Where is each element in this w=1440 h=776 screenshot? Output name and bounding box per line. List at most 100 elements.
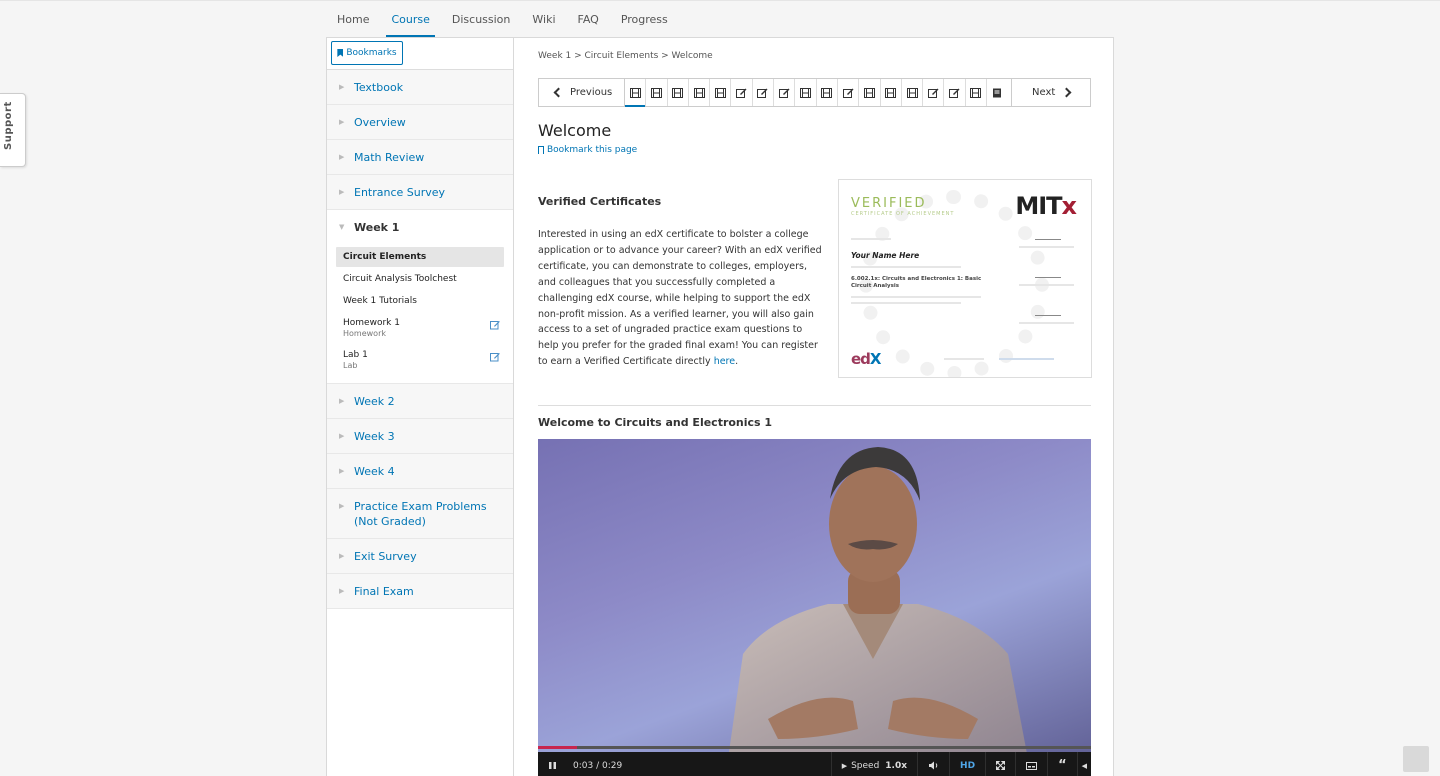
sidebar-item-entrance-survey[interactable]: ▶ Entrance Survey (327, 175, 513, 210)
sequence-unit-tab[interactable] (710, 79, 732, 106)
sequence-unit-tab[interactable] (774, 79, 796, 106)
edit-icon (778, 83, 790, 102)
course-card: Bookmarks ▶ Textbook ▶ Overview ▶ Math Revi… (326, 37, 1114, 776)
certificate-text-line (1019, 322, 1074, 324)
more-button[interactable]: ◀ (1076, 752, 1091, 776)
video-player[interactable]: 0:03 / 0:29 ▶ Speed 1.0x HD “ ◀ (538, 439, 1091, 776)
next-button[interactable]: Next (1011, 79, 1090, 106)
video-icon (693, 83, 705, 102)
transcript-button[interactable]: “ (1047, 752, 1077, 776)
edit-icon (757, 83, 768, 102)
section-divider (538, 405, 1091, 406)
subsection-circuit-analysis-toolchest[interactable]: Circuit Analysis Toolchest (336, 269, 504, 289)
sidebar-item-week-3[interactable]: ▶ Week 3 (327, 419, 513, 454)
edit-icon (842, 83, 854, 102)
sequence-unit-tab[interactable] (944, 79, 966, 106)
sequence-unit-tab[interactable] (838, 79, 860, 106)
chevron-left-icon: ◀ (1081, 761, 1087, 770)
section-label: Overview (354, 116, 406, 129)
subsection-week-1-tutorials[interactable]: Week 1 Tutorials (336, 291, 504, 311)
bookmarks-label: Bookmarks (346, 48, 397, 58)
tab-progress[interactable]: Progress (610, 1, 679, 39)
course-tabs: Home Course Discussion Wiki FAQ Progress (326, 1, 679, 39)
sequence-unit-tab[interactable] (902, 79, 924, 106)
verified-heading: Verified Certificates (538, 195, 662, 208)
sequence-unit-tab[interactable] (795, 79, 817, 106)
mitx-logo: MITx (1015, 192, 1077, 220)
sequence-unit-tab[interactable] (731, 79, 753, 106)
pause-button[interactable] (538, 752, 567, 776)
verified-text: Interested in using an edX certificate t… (538, 229, 822, 368)
speed-label: Speed (851, 760, 880, 771)
video-icon (906, 83, 918, 102)
sidebar-item-math-review[interactable]: ▶ Math Review (327, 140, 513, 175)
speed-control[interactable]: ▶ Speed 1.0x (830, 752, 917, 776)
sidebar-item-textbook[interactable]: ▶ Textbook (327, 70, 513, 105)
video-time: 0:03 / 0:29 (573, 760, 623, 771)
subsection-homework-1[interactable]: Homework 1 Homework (336, 313, 504, 343)
subsection-label: Circuit Elements (343, 252, 427, 262)
subsection-label: Homework 1 (343, 318, 400, 328)
section-label: Practice Exam Problems (Not Graded) (354, 500, 487, 528)
sequence-unit-tab[interactable] (966, 79, 988, 106)
sidebar-item-week-4[interactable]: ▶ Week 4 (327, 454, 513, 489)
sidebar-item-exit-survey[interactable]: ▶ Exit Survey (327, 539, 513, 574)
subsection-circuit-elements[interactable]: Circuit Elements (336, 247, 504, 267)
sequence-unit-tab[interactable] (668, 79, 689, 106)
video-icon (714, 83, 726, 102)
captions-button[interactable] (1015, 752, 1047, 776)
subsection-lab-1[interactable]: Lab 1 Lab (336, 345, 504, 375)
section-label: Math Review (354, 151, 425, 164)
subsection-label: Week 1 Tutorials (343, 296, 417, 306)
here-link[interactable]: here (714, 356, 735, 367)
bookmark-page-label: Bookmark this page (547, 145, 638, 155)
hd-button[interactable]: HD (949, 752, 985, 776)
section-label: Week 4 (354, 465, 395, 478)
section-label: Week 2 (354, 395, 395, 408)
sidebar-item-overview[interactable]: ▶ Overview (327, 105, 513, 140)
sidebar-item-week-2[interactable]: ▶ Week 2 (327, 384, 513, 419)
tab-course[interactable]: Course (380, 1, 440, 39)
pause-icon (549, 762, 556, 769)
volume-button[interactable] (917, 752, 949, 776)
sequence-unit-tab[interactable] (923, 79, 945, 106)
calculator-icon[interactable] (1403, 746, 1429, 772)
fullscreen-button[interactable] (985, 752, 1015, 776)
support-tab[interactable]: Support (0, 93, 26, 167)
chevron-right-icon (1061, 87, 1072, 98)
tab-faq[interactable]: FAQ (567, 1, 610, 39)
course-tabs-bar: Home Course Discussion Wiki FAQ Progress (0, 0, 1440, 38)
sidebar-item-week-1[interactable]: ▼ Week 1 (327, 210, 513, 244)
sequence-unit-tab[interactable] (817, 79, 838, 106)
bookmark-page-link[interactable]: Bookmark this page (538, 145, 637, 155)
bookmarks-button[interactable]: Bookmarks (331, 41, 403, 65)
next-label: Next (1032, 87, 1056, 98)
video-icon (672, 83, 684, 102)
sequence-unit-tab[interactable] (987, 79, 1008, 106)
sequence-unit-tab[interactable] (859, 79, 881, 106)
sequence-unit-tab[interactable] (646, 79, 668, 106)
sidebar-item-practice-exam[interactable]: ▶ Practice Exam Problems (Not Graded) (327, 489, 513, 539)
chevron-right-icon: ▶ (339, 552, 345, 560)
chevron-right-icon: ▶ (339, 188, 345, 196)
sequence-unit-tab[interactable] (881, 79, 902, 106)
tab-discussion[interactable]: Discussion (441, 1, 522, 39)
previous-button[interactable]: Previous (539, 79, 625, 106)
sidebar-item-final-exam[interactable]: ▶ Final Exam (327, 574, 513, 609)
certificate-signature (1035, 232, 1061, 240)
subsection-label: Circuit Analysis Toolchest (343, 274, 457, 284)
certificate-image: VERIFIED CERTIFICATE OF ACHIEVEMENT MITx… (838, 179, 1092, 378)
tab-wiki[interactable]: Wiki (521, 1, 566, 39)
edit-icon (927, 83, 939, 102)
sequence-navigation: Previous Next (538, 78, 1091, 107)
sequence-unit-tab[interactable] (625, 79, 647, 107)
tab-home[interactable]: Home (326, 1, 380, 39)
sequence-unit-tab[interactable] (753, 79, 775, 106)
edit-icon (736, 83, 747, 102)
edit-icon (949, 83, 960, 102)
sequence-unit-tab[interactable] (689, 79, 711, 106)
progress-track (538, 746, 1091, 749)
video-icon (800, 83, 812, 102)
certificate-text-line (944, 358, 984, 360)
video-progress-bar[interactable] (538, 743, 1091, 752)
